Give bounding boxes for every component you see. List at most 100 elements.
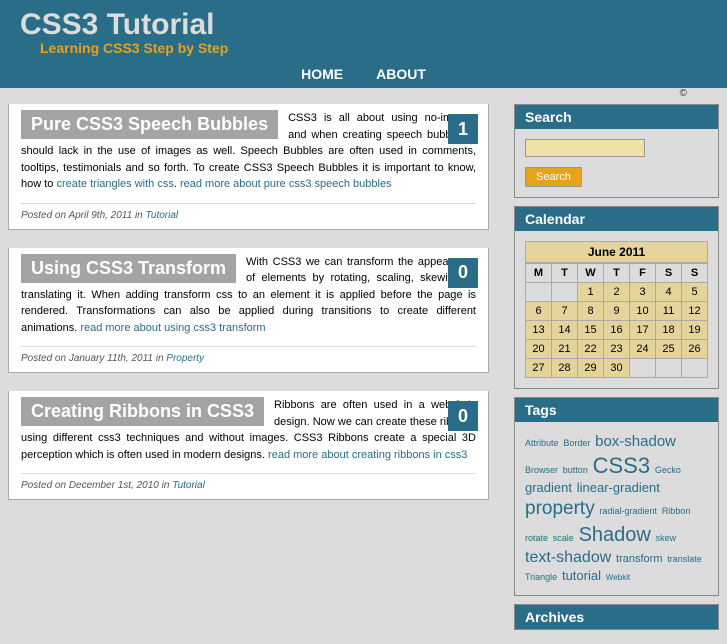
post-meta: Posted on January 11th, 2011 in Property [21,346,476,364]
header: CSS3 Tutorial Learning CSS3 Step by Step… [0,0,727,88]
tag-link[interactable]: translate [667,554,702,564]
tag-link[interactable]: button [563,465,588,475]
calendar-day-header: W [578,264,604,283]
post: 1Pure CSS3 Speech BubblesCSS3 is all abo… [8,104,489,230]
calendar-cell[interactable]: 4 [656,283,682,302]
calendar-table: June 2011 MTWTFSS 1234567891011121314151… [525,241,708,378]
calendar-cell[interactable]: 1 [578,283,604,302]
calendar-cell[interactable]: 12 [682,302,708,321]
calendar-cell[interactable]: 30 [604,359,630,378]
tag-cloud: Attribute Border box-shadow Browser butt… [515,422,718,595]
tag-link[interactable]: property [525,498,595,519]
tag-link[interactable]: tutorial [562,568,601,583]
calendar-day-header: T [552,264,578,283]
calendar-cell[interactable]: 16 [604,321,630,340]
calendar-cell[interactable]: 11 [656,302,682,321]
main-nav: HOME ABOUT [20,56,707,88]
calendar-cell[interactable]: 18 [656,321,682,340]
read-more-link[interactable]: read more about pure css3 speech bubbles [180,178,392,190]
calendar-cell[interactable]: 7 [552,302,578,321]
comment-count-badge[interactable]: 1 [448,114,478,144]
search-title: Search [515,105,718,129]
calendar-cell[interactable]: 28 [552,359,578,378]
category-link[interactable]: Tutorial [172,480,205,491]
calendar-cell[interactable]: 21 [552,340,578,359]
copyright: © [0,88,727,98]
calendar-cell[interactable]: 2 [604,283,630,302]
post-link[interactable]: create triangles with css [56,178,173,190]
calendar-cell[interactable]: 9 [604,302,630,321]
tag-link[interactable]: scale [553,533,574,543]
calendar-title: Calendar [515,207,718,231]
calendar-cell[interactable]: 3 [630,283,656,302]
calendar-cell[interactable]: 24 [630,340,656,359]
tags-widget: Tags Attribute Border box-shadow Browser… [514,397,719,596]
calendar-cell[interactable]: 14 [552,321,578,340]
nav-home[interactable]: HOME [301,66,343,82]
tag-link[interactable]: text-shadow [525,549,611,566]
calendar-cell[interactable]: 5 [682,283,708,302]
calendar-cell[interactable]: 19 [682,321,708,340]
tag-link[interactable]: CSS3 [593,453,650,478]
post-title[interactable]: Using CSS3 Transform [21,254,236,283]
comment-count-badge[interactable]: 0 [448,258,478,288]
tag-link[interactable]: radial-gradient [599,506,657,516]
post: 0Creating Ribbons in CSS3Ribbons are oft… [8,391,489,500]
calendar-cell[interactable]: 13 [526,321,552,340]
tag-link[interactable]: transform [616,553,662,565]
read-more-link[interactable]: read more about creating ribbons in css3 [268,449,467,461]
calendar-cell[interactable]: 6 [526,302,552,321]
post-title[interactable]: Creating Ribbons in CSS3 [21,397,264,426]
calendar-day-header: S [682,264,708,283]
tag-link[interactable]: Webkit [606,573,630,582]
calendar-cell[interactable]: 20 [526,340,552,359]
calendar-cell[interactable]: 27 [526,359,552,378]
calendar-cell[interactable]: 29 [578,359,604,378]
tag-link[interactable]: Shadow [579,524,651,546]
calendar-cell[interactable]: 26 [682,340,708,359]
tag-link[interactable]: Border [563,438,590,448]
calendar-cell[interactable]: 8 [578,302,604,321]
search-widget: Search Search [514,104,719,198]
tag-link[interactable]: Triangle [525,572,557,582]
archives-title: Archives [515,605,718,629]
calendar-caption: June 2011 [525,241,708,263]
calendar-cell[interactable]: 15 [578,321,604,340]
archives-widget: Archives [514,604,719,630]
calendar-cell [526,283,552,302]
tagline: Learning CSS3 Step by Step [40,40,707,56]
tag-link[interactable]: skew [656,533,677,543]
category-link[interactable]: Property [166,353,204,364]
calendar-day-header: M [526,264,552,283]
tag-link[interactable]: Attribute [525,438,559,448]
tag-link[interactable]: linear-gradient [577,480,660,495]
search-input[interactable] [525,139,645,157]
calendar-cell[interactable]: 10 [630,302,656,321]
search-button[interactable]: Search [525,167,582,187]
read-more-link[interactable]: read more about using css3 transform [80,322,265,334]
calendar-cell[interactable]: 17 [630,321,656,340]
calendar-cell [682,359,708,378]
calendar-day-header: F [630,264,656,283]
calendar-cell[interactable]: 25 [656,340,682,359]
tag-link[interactable]: box-shadow [595,433,676,450]
post-meta: Posted on April 9th, 2011 in Tutorial [21,203,476,221]
sidebar: Search Search Calendar June 2011 MTWTFSS… [514,104,719,638]
calendar-cell[interactable]: 22 [578,340,604,359]
tag-link[interactable]: gradient [525,480,572,495]
post: 0Using CSS3 TransformWith CSS3 we can tr… [8,248,489,374]
post-title[interactable]: Pure CSS3 Speech Bubbles [21,110,278,139]
tag-link[interactable]: Browser [525,465,558,475]
calendar-day-header: T [604,264,630,283]
nav-about[interactable]: ABOUT [376,66,426,82]
tags-title: Tags [515,398,718,422]
comment-count-badge[interactable]: 0 [448,401,478,431]
tag-link[interactable]: Gecko [655,465,681,475]
calendar-cell [656,359,682,378]
content-column: 1Pure CSS3 Speech BubblesCSS3 is all abo… [8,104,489,638]
calendar-cell [630,359,656,378]
category-link[interactable]: Tutorial [146,210,179,221]
tag-link[interactable]: rotate [525,533,548,543]
calendar-cell[interactable]: 23 [604,340,630,359]
tag-link[interactable]: Ribbon [662,506,691,516]
